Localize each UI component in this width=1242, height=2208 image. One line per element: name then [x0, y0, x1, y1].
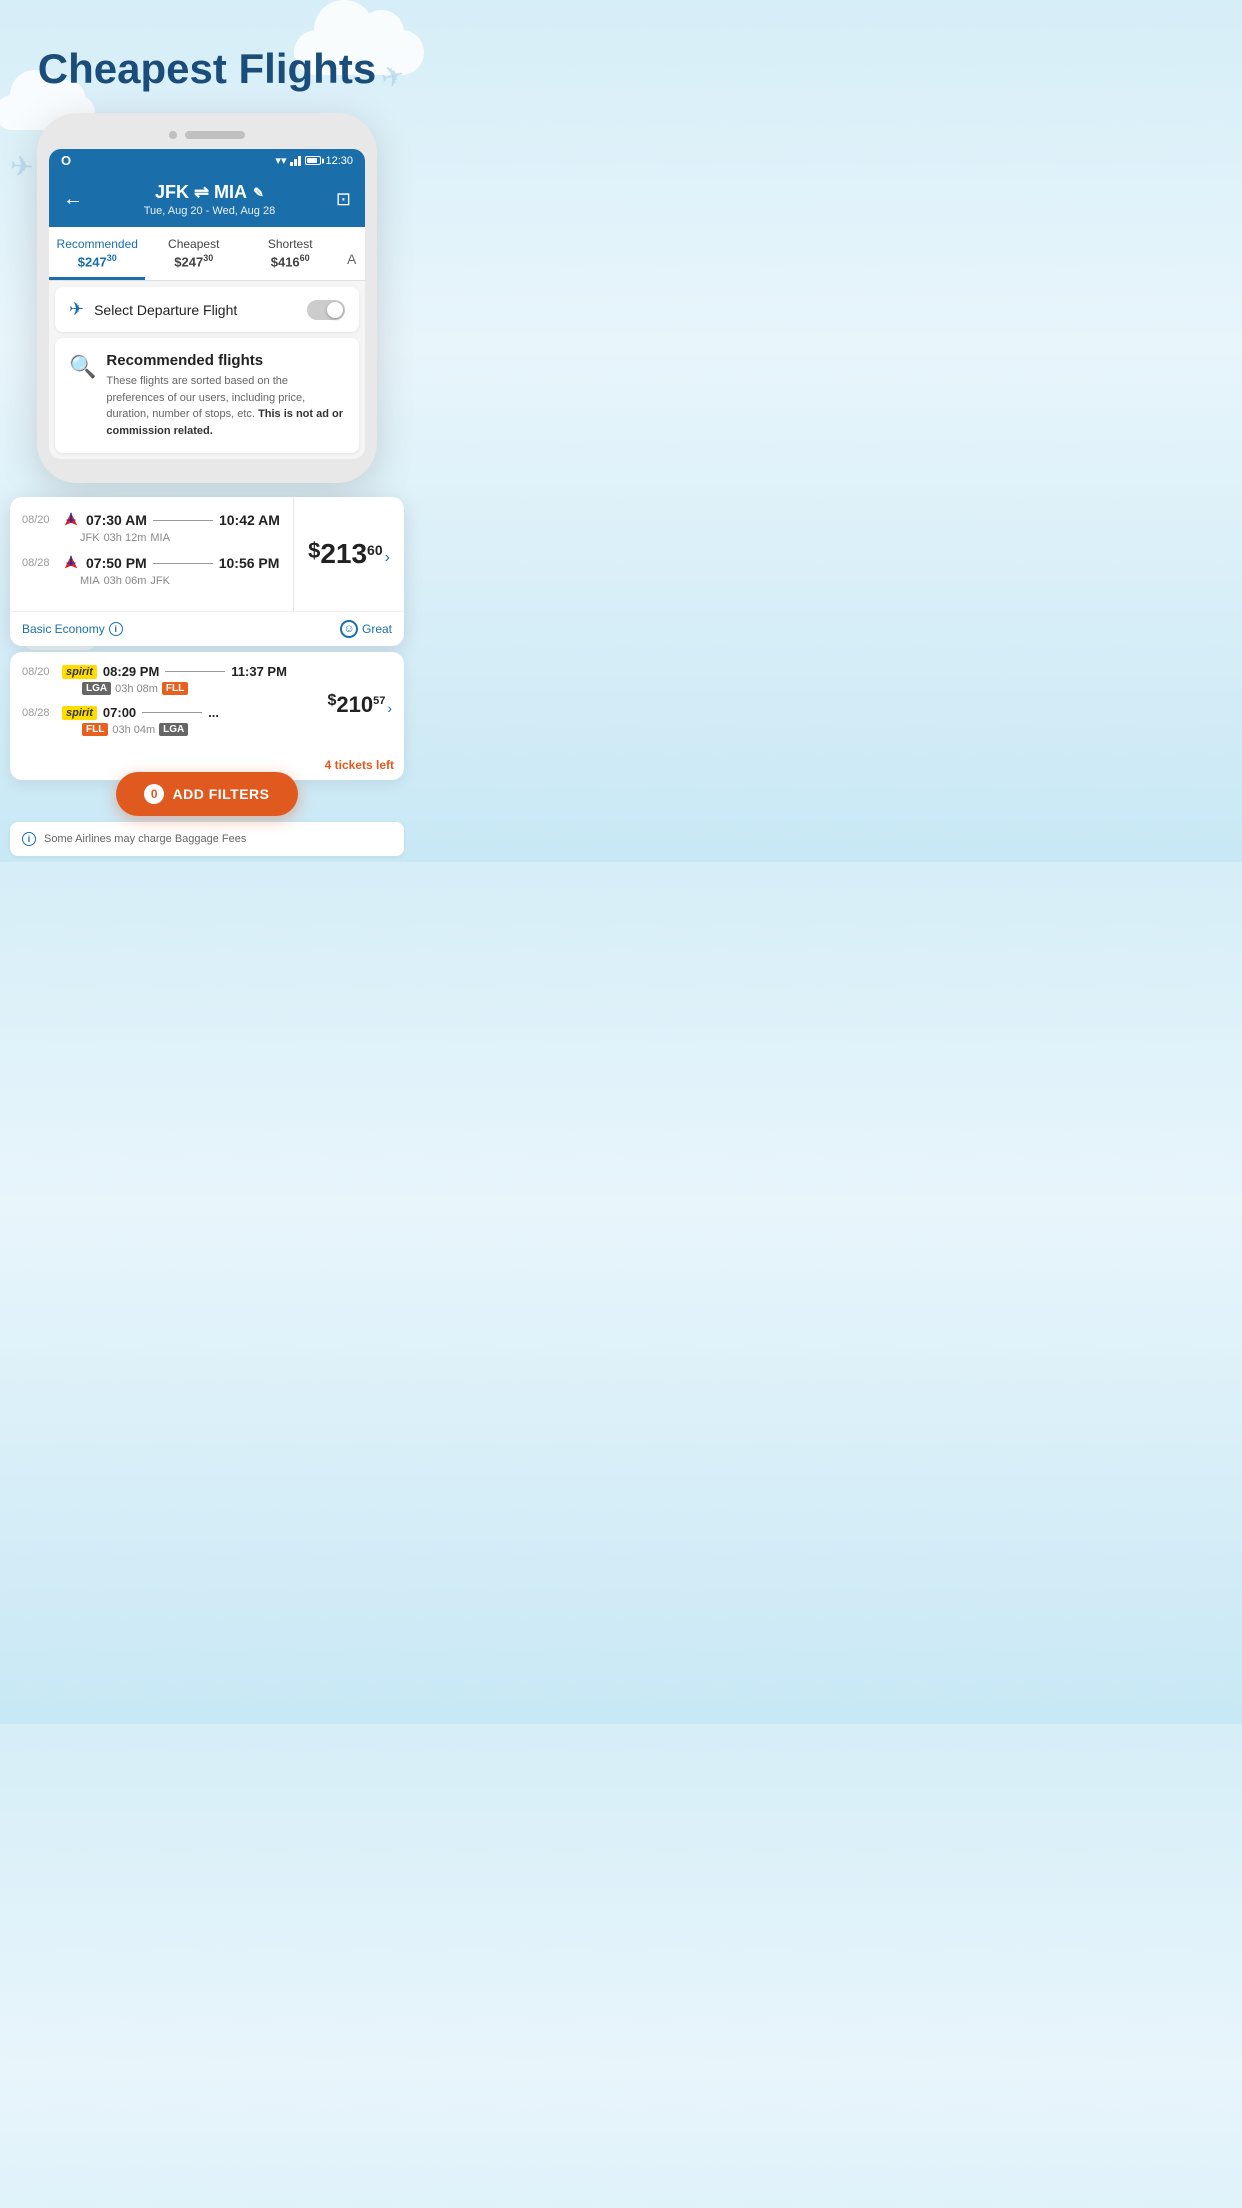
rating-label: Great — [362, 622, 392, 636]
airport-tag-fll-2: FLL — [82, 723, 108, 736]
bookmark-button[interactable]: ⊡ — [336, 189, 351, 210]
wifi-icon: ▾▾ — [275, 154, 286, 167]
seg2-arr-time-1: 11:37 PM — [231, 664, 287, 679]
dep-airport-1: JFK — [80, 532, 100, 544]
price-cents-2: 57 — [373, 695, 385, 707]
tab-more[interactable]: A — [338, 227, 365, 280]
app-header: ← JFK ⇌ MIA ✎ Tue, Aug 20 - Wed, Aug 28 … — [49, 172, 365, 227]
filter-badge: 0 — [144, 784, 164, 804]
status-right: ▾▾ 12:30 — [275, 154, 353, 167]
edit-icon[interactable]: ✎ — [253, 185, 264, 201]
price-cents-1: 60 — [367, 542, 383, 558]
flight-segment-2-2: 08/28 spirit 07:00 ... FLL 03h 04m LGA — [22, 705, 302, 736]
speaker-dot — [169, 131, 177, 139]
dep-airport-2: MIA — [80, 575, 100, 587]
chevron-right-1: › — [385, 549, 390, 567]
chevron-right-2: › — [387, 700, 392, 716]
battery-fill — [307, 158, 317, 163]
tabs-bar: Recommended $24730 Cheapest $24730 Short… — [49, 227, 365, 281]
smiley-icon: ☺ — [340, 620, 358, 638]
airplane-decoration-2: ✈ — [9, 149, 35, 184]
airport-tag-lga: LGA — [82, 682, 111, 695]
battery-icon — [305, 156, 321, 165]
add-filters-label: ADD FILTERS — [172, 786, 269, 802]
phone-speaker — [49, 131, 365, 139]
flight-price-col-1: $ 213 60 › — [294, 497, 404, 611]
dep-time-1: 07:30 AM — [86, 512, 147, 528]
departure-toggle[interactable] — [307, 300, 345, 320]
recommended-section: 🔍 Recommended flights These flights are … — [55, 338, 359, 453]
segment2-date-1: 08/20 — [22, 666, 56, 678]
departure-label: Select Departure Flight — [94, 302, 237, 318]
tab-cheapest[interactable]: Cheapest $24730 — [145, 227, 241, 280]
arr-time-2: 10:56 PM — [219, 555, 280, 571]
phone-screen: O ▾▾ 12:30 ← JFK ⇌ MIA ✎ — [49, 149, 365, 459]
flight-price-col-2: $ 210 57 › — [302, 664, 392, 746]
add-filters-button[interactable]: 0 ADD FILTERS — [116, 772, 297, 816]
tab-recommended[interactable]: Recommended $24730 — [49, 227, 145, 280]
flight-card-body-2: 08/20 spirit 08:29 PM 11:37 PM LGA 03h 0… — [10, 652, 404, 758]
arr-airport-1: MIA — [150, 532, 170, 544]
basic-economy-label: Basic Economy i — [22, 622, 123, 636]
seg2-duration-1: 03h 08m — [115, 683, 158, 695]
price-main-1: 213 — [320, 538, 367, 570]
economy-info-icon[interactable]: i — [109, 622, 123, 636]
arr-time-1: 10:42 AM — [219, 512, 280, 528]
dep-time-2: 07:50 PM — [86, 555, 147, 571]
segment-date-2: 08/28 — [22, 557, 56, 569]
signal-bars — [290, 156, 301, 166]
recommended-title: Recommended flights — [106, 352, 345, 369]
departure-plane-icon: ✈ — [69, 299, 84, 320]
select-departure-row: ✈ Select Departure Flight — [55, 287, 359, 332]
spirit-logo-2: spirit — [62, 706, 97, 720]
segment-date-1: 08/20 — [22, 514, 56, 526]
status-time: 12:30 — [325, 155, 353, 167]
airport-tag-fll-1: FLL — [162, 682, 188, 695]
baggage-info-icon: i — [22, 832, 36, 846]
flight-card-body-1: 08/20 07:30 AM 10:42 AM — [10, 497, 404, 611]
flight-segments-1: 08/20 07:30 AM 10:42 AM — [10, 497, 294, 611]
seg2-dep-time-1: 08:29 PM — [103, 664, 159, 679]
back-button[interactable]: ← — [63, 188, 83, 211]
price-dollar-1: $ — [308, 538, 320, 564]
header-center: JFK ⇌ MIA ✎ Tue, Aug 20 - Wed, Aug 28 — [144, 182, 275, 217]
tab-shortest[interactable]: Shortest $41660 — [242, 227, 338, 280]
filters-wrapper: 0 ADD FILTERS — [0, 788, 414, 816]
great-badge: ☺ Great — [340, 620, 392, 638]
flight-card-2[interactable]: 08/20 spirit 08:29 PM 11:37 PM LGA 03h 0… — [10, 652, 404, 780]
status-bar: O ▾▾ 12:30 — [49, 149, 365, 172]
arr-airport-2: JFK — [150, 575, 170, 587]
flight-card-footer-1: Basic Economy i ☺ Great — [10, 611, 404, 646]
seg2-arr-time-2: ... — [208, 705, 219, 720]
toggle-knob — [327, 302, 343, 318]
seg2-duration-2: 03h 04m — [112, 724, 155, 736]
phone-mockup: O ▾▾ 12:30 ← JFK ⇌ MIA ✎ — [37, 113, 377, 483]
speaker-bar — [185, 131, 245, 139]
status-app-icon: O — [61, 153, 71, 168]
header-dates: Tue, Aug 20 - Wed, Aug 28 — [144, 205, 275, 217]
baggage-notice: i Some Airlines may charge Baggage Fees — [10, 822, 404, 856]
recommended-icon: 🔍 — [69, 354, 96, 380]
page-title: Cheapest Flights — [0, 0, 414, 113]
recommended-desc: These flights are sorted based on the pr… — [106, 373, 345, 439]
airline-logo-aa-2 — [62, 554, 80, 572]
duration-1: 03h 12m — [104, 532, 147, 544]
aa-icon-2 — [62, 554, 80, 572]
baggage-notice-text: Some Airlines may charge Baggage Fees — [44, 833, 246, 845]
airline-logo-aa-1 — [62, 511, 80, 529]
flight-segment-2-1: 08/20 spirit 08:29 PM 11:37 PM LGA 03h 0… — [22, 664, 302, 695]
duration-2: 03h 06m — [104, 575, 147, 587]
price-main-2: 210 — [336, 692, 373, 718]
segment2-date-2: 08/28 — [22, 707, 56, 719]
flight-segments-2: 08/20 spirit 08:29 PM 11:37 PM LGA 03h 0… — [22, 664, 302, 746]
header-route: JFK ⇌ MIA ✎ — [144, 182, 275, 203]
flight-segment-2: 08/28 07:50 PM 10:56 PM — [22, 554, 281, 587]
airport-tag-lga-2: LGA — [159, 723, 188, 736]
seg2-dep-time-2: 07:00 — [103, 705, 136, 720]
flight-segment-1: 08/20 07:30 AM 10:42 AM — [22, 511, 281, 544]
aa-icon — [62, 511, 80, 529]
flight-card-1[interactable]: 08/20 07:30 AM 10:42 AM — [10, 497, 404, 646]
spirit-logo-1: spirit — [62, 665, 97, 679]
